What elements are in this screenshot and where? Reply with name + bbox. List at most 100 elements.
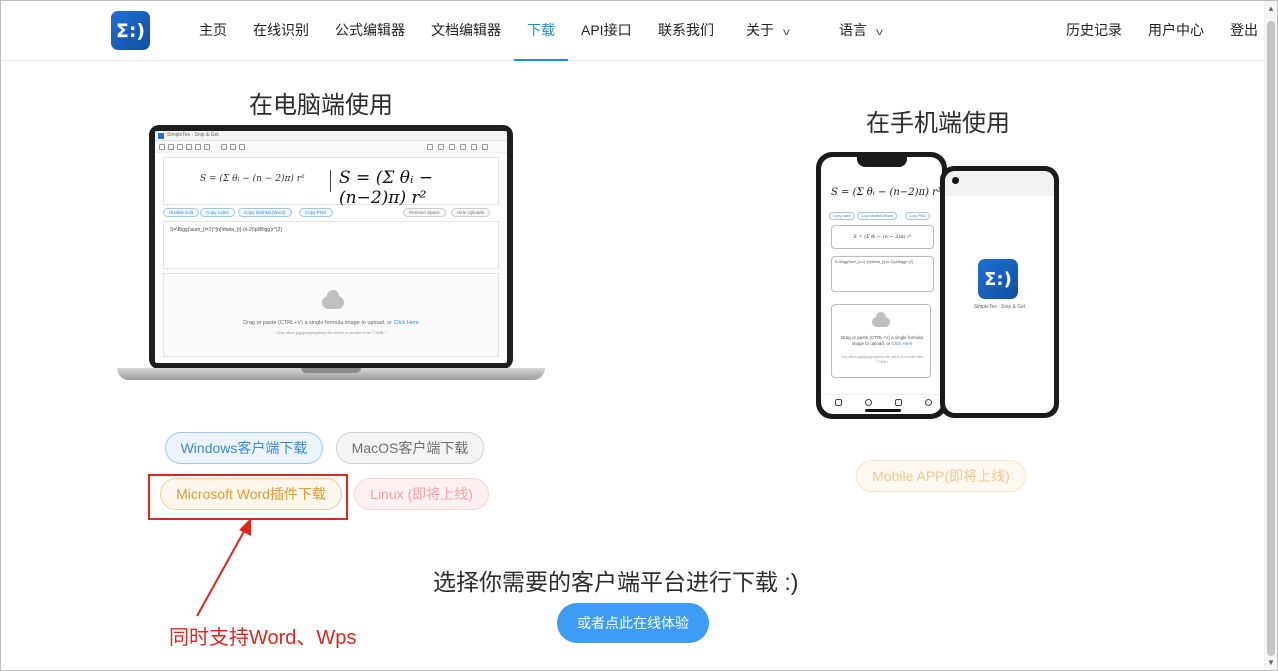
nav-formula-editor[interactable]: 公式编辑器	[335, 1, 405, 61]
upload-text: Drag or paste (CTRL+V) a single formula …	[243, 320, 392, 326]
annotation-highlight-box	[148, 474, 348, 520]
upload-limit-note: Only allow jpg/jpeg/png/bmp file which i…	[276, 330, 386, 335]
phone-action-buttons: Copy Latex Copy MathML(Word) Copy PNG	[829, 212, 934, 221]
image-icon	[186, 144, 192, 150]
laptop-mockup: SimpleTex - Snip & Get S = (Σ θᵢ − (n − …	[149, 125, 513, 369]
disable-edit-button: Disable Edit	[163, 208, 200, 217]
nav-history[interactable]: 历史记录	[1066, 1, 1122, 61]
try-online-button[interactable]: 或者点此在线体验	[557, 603, 709, 643]
nav-about-label: 关于	[746, 22, 774, 38]
divider	[330, 170, 331, 192]
annotation-arrow-icon	[196, 518, 251, 617]
phone-notch	[857, 157, 907, 167]
share-icon	[195, 144, 201, 150]
windows-download-button[interactable]: Windows客户端下载	[165, 432, 323, 464]
app-toolbar	[155, 141, 507, 153]
nav-home[interactable]: 主页	[199, 1, 227, 61]
nav-about[interactable]: 关于 v	[746, 1, 790, 61]
phone-upload-instructions: Drag or paste (CTRL+V) a single formula …	[838, 335, 926, 347]
android-screen: Σ:) SimpleTex - Snip & Get	[945, 171, 1054, 413]
user-icon	[925, 399, 932, 406]
copy-png-button: Copy PNG	[299, 208, 333, 217]
nav-download[interactable]: 下载	[514, 1, 568, 61]
scrollbar-thumb[interactable]	[1267, 21, 1275, 656]
nav-online-recognition[interactable]: 在线识别	[253, 1, 309, 61]
nav-language-label: 语言	[839, 22, 867, 38]
phone-upload-area: Drag or paste (CTRL+V) a single formula …	[831, 304, 931, 378]
iphone-screen: S = (Σ θᵢ − (n−2)π) r² Copy Latex Copy M…	[821, 157, 942, 414]
phone-tab-bar	[821, 394, 942, 408]
phone-formula: S = (Σ θᵢ − (n−2)π) r²	[831, 187, 941, 198]
macos-download-button[interactable]: MacOS客户端下载	[336, 432, 484, 464]
copy-latex-button: Copy Latex	[200, 208, 235, 217]
app-splash-logo: Σ:)	[978, 259, 1018, 299]
phone-latex-box: S=\Bigg(\sum_{i=1}^{n}\theta_{i}-(n-2)\p…	[831, 256, 934, 292]
handwritten-formula: S = (Σ θᵢ − (n−2)π) r²	[339, 168, 434, 208]
phone-copy-png-button: Copy PNG	[905, 212, 930, 220]
simpletex-logo[interactable]: Σ:)	[111, 11, 150, 50]
latex-output-box: S=\Bigg(\sum_{i=1}^{n}\theta_{i}-(n-2)\p…	[163, 221, 499, 269]
history-icon	[204, 144, 210, 150]
grid-icon	[471, 144, 477, 150]
document-icon	[239, 144, 245, 150]
monitor-icon	[168, 144, 174, 150]
chat-icon	[427, 144, 433, 150]
nav-language[interactable]: 语言 v	[839, 1, 883, 61]
formula-preview-box: S = (Σ θᵢ − (n − 2)π) r² S = (Σ θᵢ − (n−…	[163, 157, 499, 208]
scroll-down-arrow-icon[interactable]: ▼	[1267, 659, 1275, 667]
front-camera	[952, 177, 959, 184]
pin-icon	[221, 144, 227, 150]
android-mockup: Σ:) SimpleTex - Snip & Get	[940, 166, 1059, 418]
mobile-section-title: 在手机端使用	[866, 110, 1010, 137]
home-icon	[835, 399, 842, 406]
app-action-buttons: Disable Edit Copy Latex Copy MathML(Word…	[163, 208, 499, 218]
annotation-note: 同时支持Word、Wps	[169, 627, 357, 649]
app-icon	[158, 133, 164, 139]
android-status-bar	[945, 171, 1054, 196]
top-nav-bar: Σ:) 主页 在线识别 公式编辑器 文档编辑器 下载 API接口 联系我们 关于…	[1, 1, 1265, 61]
browser-viewport: Σ:) 主页 在线识别 公式编辑器 文档编辑器 下载 API接口 联系我们 关于…	[0, 0, 1278, 671]
cloud-upload-icon	[322, 290, 344, 309]
edit-icon	[460, 144, 466, 150]
cloud-upload-icon	[872, 312, 890, 327]
document-icon	[895, 399, 902, 406]
mobile-app-download-button: Mobile APP(即将上线)	[856, 460, 1026, 492]
laptop-notch	[301, 368, 361, 373]
laptop-screen-content: SimpleTex - Snip & Get S = (Σ θᵢ − (n − …	[155, 131, 507, 363]
info-icon	[230, 144, 236, 150]
phone-upload-limit: Only allow jpg/jpeg/png/bmp file which i…	[840, 355, 924, 364]
linux-download-button: Linux (即将上线)	[354, 478, 489, 510]
desktop-section-title: 在电脑端使用	[249, 92, 393, 119]
app-splash-name: SimpleTex - Snip & Get	[973, 304, 1026, 310]
scroll-up-arrow-icon[interactable]: ▲	[1267, 5, 1275, 13]
rendered-formula: S = (Σ θᵢ − (n − 2)π) r²	[200, 174, 305, 184]
list-icon	[482, 144, 488, 150]
camera-icon	[159, 144, 165, 150]
settings-icon	[449, 144, 455, 150]
app-window-title: SimpleTex - Snip & Get	[167, 132, 219, 138]
remove-space-button: Remove Space	[403, 208, 446, 217]
phone-click-here-link: Click Here	[891, 341, 913, 346]
chevron-down-icon: v	[876, 27, 883, 38]
nav-document-editor[interactable]: 文档编辑器	[431, 1, 501, 61]
phone-copy-latex-button: Copy Latex	[829, 212, 855, 220]
nav-api[interactable]: API接口	[581, 1, 632, 61]
nav-contact[interactable]: 联系我们	[658, 1, 714, 61]
phone-home-indicator	[865, 409, 901, 412]
click-here-link: Click Here	[393, 320, 419, 326]
app-titlebar: SimpleTex - Snip & Get	[155, 131, 507, 141]
nav-logout[interactable]: 登出	[1230, 1, 1258, 61]
phone-copy-mathml-button: Copy MathML(Word)	[857, 212, 898, 220]
upload-area: Drag or paste (CTRL+V) a single formula …	[163, 273, 499, 357]
compass-icon	[865, 399, 872, 406]
nav-user-center[interactable]: 用户中心	[1148, 1, 1204, 61]
iphone-mockup: S = (Σ θᵢ − (n−2)π) r² Copy Latex Copy M…	[816, 152, 947, 419]
copy-mathml-button: Copy MathML(Word)	[238, 208, 292, 217]
choose-platform-text: 选择你需要的客户端平台进行下载 :)	[433, 569, 799, 595]
phone-formula-preview: S = (Σ θᵢ − (n − 2)π) r²	[831, 225, 934, 249]
help-icon	[438, 144, 444, 150]
screenshot-icon	[177, 144, 183, 150]
upload-instructions: Drag or paste (CTRL+V) a single formula …	[164, 320, 498, 326]
page-scrollbar[interactable]: ▲ ▼	[1264, 1, 1277, 670]
hide-uploads-button: Hide Uploads	[451, 208, 491, 217]
